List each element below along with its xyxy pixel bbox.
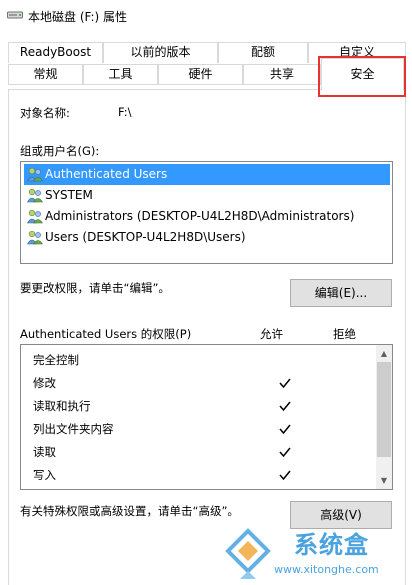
checkmark-icon [279,401,291,412]
groups-label: 组或用户名(G): [20,144,100,158]
permission-name: 读取 [33,445,56,459]
permission-row: 读取 [33,441,373,464]
user-group-icon [27,209,43,224]
watermark-logo-icon [225,528,271,579]
checkmark-icon [279,424,291,435]
tab-security[interactable]: 安全 [321,58,404,90]
title-bar: 本地磁盘 (F:) 属性 [0,0,412,30]
list-item-label: SYSTEM [45,188,93,202]
checkmark-icon [279,378,291,389]
list-item[interactable]: Authenticated Users [24,164,390,185]
user-group-icon [27,188,43,203]
tab-hardware[interactable]: 硬件 [158,64,243,85]
deny-column-header: 拒绝 [333,327,356,341]
site-watermark: 系统盒 www.xitonghe.com [214,515,410,585]
drive-icon [7,11,23,19]
permission-row: 完全控制 [33,349,373,372]
list-item-label: Authenticated Users [45,167,168,181]
permission-name: 完全控制 [33,353,79,367]
permission-row: 写入 [33,464,373,487]
permission-name: 修改 [33,376,56,390]
tab-previous-versions[interactable]: 以前的版本 [103,42,218,63]
list-item-label: Administrators (DESKTOP-U4L2H8D\Administ… [45,209,355,223]
permission-name: 列出文件夹内容 [33,422,114,436]
tab-sharing[interactable]: 共享 [243,64,321,85]
tab-quota[interactable]: 配额 [218,42,308,63]
scroll-up-icon[interactable]: ▲ [376,345,392,362]
user-group-icon [27,167,43,182]
edit-button[interactable]: 编辑(E)... [290,279,392,307]
permission-row: 修改 [33,372,373,395]
checkmark-icon [279,470,291,481]
groups-listbox[interactable]: Authenticated Users SYSTEM Administrator… [20,161,393,264]
permissions-header: Authenticated Users 的权限(P) [20,327,192,341]
object-name-label: 对象名称: [20,106,70,120]
watermark-brand: 系统盒 [294,531,369,559]
list-item[interactable]: Users (DESKTOP-U4L2H8D\Users) [24,227,390,248]
permissions-list: 完全控制 修改 读取和执行 列出文件夹内容 读取 写入 ▲ ▼ [20,344,393,490]
tab-general[interactable]: 常规 [8,64,83,85]
watermark-url: www.xitonghe.com [274,563,379,576]
list-item-label: Users (DESKTOP-U4L2H8D\Users) [45,230,246,244]
scroll-thumb[interactable] [377,362,391,457]
checkmark-icon [279,447,291,458]
tab-readyboost[interactable]: ReadyBoost [8,42,103,63]
edit-hint: 要更改权限，请单击“编辑”。 [20,281,170,295]
permission-name: 写入 [33,468,56,482]
object-name-value: F:\ [118,105,132,119]
user-group-icon [27,230,43,245]
window-title: 本地磁盘 (F:) 属性 [28,10,128,24]
advanced-hint: 有关特殊权限或高级设置，请单击“高级”。 [20,504,239,518]
permission-row: 读取和执行 [33,395,373,418]
allow-column-header: 允许 [260,327,283,341]
list-item[interactable]: SYSTEM [24,185,390,206]
permission-row: 列出文件夹内容 [33,418,373,441]
tab-strip: ReadyBoost 以前的版本 配额 自定义 常规 工具 硬件 共享 安全 [0,40,412,90]
tab-tools[interactable]: 工具 [83,64,158,85]
permissions-scrollbar[interactable]: ▲ ▼ [376,345,392,489]
permission-name: 读取和执行 [33,399,91,413]
scroll-down-icon[interactable]: ▼ [376,472,392,489]
list-item[interactable]: Administrators (DESKTOP-U4L2H8D\Administ… [24,206,390,227]
